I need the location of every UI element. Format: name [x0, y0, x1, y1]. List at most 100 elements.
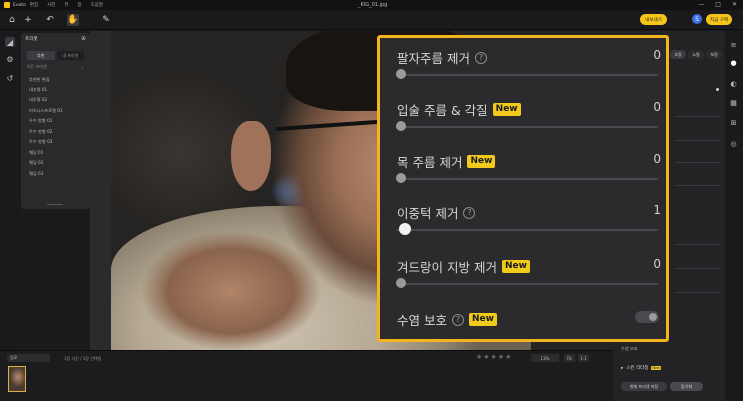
new-badge: New [467, 155, 496, 168]
preset-item[interactable]: 우수 방향 03 [29, 139, 52, 145]
filmstrip-thumbnail[interactable] [8, 366, 26, 392]
slider-knob[interactable] [396, 121, 406, 131]
menu-item-photo[interactable]: 사진 [47, 2, 55, 8]
file-name: _KIG_01.jpg [358, 2, 388, 8]
presets-title: 프리셋 [25, 37, 38, 42]
right-tab-correct[interactable]: 보정 [706, 50, 722, 59]
info-icon[interactable]: ? [474, 51, 487, 64]
slider-value[interactable]: 0 [653, 100, 661, 114]
menu-item-help[interactable]: 도움말 [91, 2, 103, 8]
slider-label: 입술 주름 & 각질 [397, 103, 488, 118]
tab-recommended[interactable]: 추천 [27, 51, 55, 60]
zoom-select[interactable]: 13% [531, 354, 559, 362]
export-button[interactable]: 내보내기 [640, 14, 667, 25]
add-icon[interactable]: + [22, 14, 34, 26]
slider-value[interactable]: 0 [653, 48, 661, 62]
menu-item-window[interactable]: 창 [77, 2, 81, 8]
menu-bar: 편집 사진 뷰 창 도움말 [30, 2, 103, 8]
slider-row-nasolabial: 팔자주름 제거 ? 0 [396, 48, 661, 88]
slider-value[interactable]: 0 [653, 152, 661, 166]
right-tab-adjust[interactable]: 조정 [670, 50, 686, 59]
undo-icon[interactable]: ↶ [44, 14, 56, 26]
close-button[interactable]: ✕ [732, 1, 737, 8]
info-icon[interactable]: ? [463, 206, 476, 219]
preset-item[interactable]: 추천한 편집 [29, 77, 50, 83]
slider-track[interactable] [396, 283, 658, 285]
slider-label: 목 주름 제거 [397, 155, 463, 170]
slider-row-lip-wrinkles: 입술 주름 & 각질 New 0 [396, 100, 661, 140]
slider-track[interactable] [396, 126, 658, 128]
preset-item[interactable]: 웨딩 01 [29, 150, 43, 156]
title-bar: Evoto 편집 사진 뷰 창 도움말 _KIG_01.jpg — □ ✕ [0, 0, 743, 10]
slider-knob[interactable] [396, 69, 406, 79]
new-badge: New [651, 366, 662, 370]
toggle-row-beard-protect: 수염 보호 ? New [396, 310, 661, 350]
crop-icon[interactable]: ⊞ [729, 118, 738, 127]
preset-filter[interactable]: 모든 프리셋 ⌄ [27, 64, 84, 71]
preset-filter-label: 모든 프리셋 [27, 64, 47, 69]
one-to-one-button[interactable]: 1:1 [578, 354, 589, 362]
panel-slider-knob[interactable] [716, 88, 719, 91]
zoom-overlay-panel: 팔자주름 제거 ? 0 입술 주름 & 각질 New 0 목 주름 제거 New… [377, 35, 669, 342]
hand-tool-icon[interactable]: ✋ [67, 14, 79, 26]
preset-item[interactable]: 웨딩 02 [29, 160, 43, 166]
app-logo-icon [4, 2, 10, 8]
preset-item[interactable]: 웨딩 03 [29, 171, 43, 177]
camera-icon[interactable]: ◎ [729, 139, 738, 148]
left-rail: ◢ ⚙ ↺ [0, 31, 20, 349]
preset-item[interactable]: 우수 방향 01 [29, 118, 52, 124]
slider-value[interactable]: 0 [653, 257, 661, 271]
info-icon[interactable]: ? [451, 313, 464, 326]
face-icon[interactable]: ● [729, 58, 738, 67]
slider-value[interactable]: 1 [653, 203, 661, 217]
brush-tool-icon[interactable]: ✎ [100, 14, 112, 26]
slider-label: 겨드랑이 지방 제거 [397, 260, 497, 275]
save-preset-button[interactable]: 현재 프리셋 저장 [621, 382, 667, 391]
home-icon[interactable]: ⌂ [6, 14, 18, 26]
photo-count: 1장 사진 / 1장 선택됨 [64, 356, 102, 361]
preset-item[interactable]: 우수 방향 02 [29, 129, 52, 135]
avatar[interactable]: S [692, 14, 702, 24]
history-icon[interactable]: ↺ [5, 73, 15, 83]
new-badge: New [468, 313, 497, 326]
slider-knob[interactable] [396, 173, 406, 183]
fit-button[interactable]: Fit [564, 354, 575, 362]
add-preset-icon[interactable]: ⊕ [81, 35, 86, 42]
minimize-button[interactable]: — [698, 1, 704, 8]
preset-item[interactable]: 비즈니스프로필 01 [29, 108, 63, 114]
beard-protect-toggle[interactable] [635, 311, 659, 323]
retouch-icon[interactable]: ◐ [729, 79, 738, 88]
preset-item[interactable]: 내추럴 01 [29, 87, 47, 93]
skin-retouch-label: 스킨 리터칭 [626, 366, 649, 371]
panel-divider [675, 162, 720, 163]
slider-knob[interactable] [398, 223, 411, 235]
new-badge: New [492, 103, 521, 116]
preset-item[interactable]: 내추럴 02 [29, 97, 47, 103]
skin-retouch-section[interactable]: ▸ 스킨 리터칭 New [621, 365, 662, 371]
slider-track[interactable] [396, 74, 658, 76]
sync-button[interactable]: 동기화 [670, 382, 703, 391]
buy-now-button[interactable]: 지금 구매 [706, 14, 732, 25]
menu-item-edit[interactable]: 편집 [30, 2, 38, 8]
panel-divider [675, 292, 720, 293]
slider-track[interactable] [396, 229, 658, 231]
menu-item-view[interactable]: 뷰 [64, 2, 68, 8]
slider-knob[interactable] [396, 278, 406, 288]
tab-my-presets[interactable]: 내 프리셋 [56, 51, 84, 60]
gear-icon[interactable]: ⚙ [5, 54, 15, 64]
right-tab-normal[interactable]: 노멀 [688, 50, 704, 59]
slider-label: 팔자주름 제거 [397, 51, 470, 66]
toggle-label: 수염 보호 [397, 313, 447, 328]
sort-label: 업로 [10, 355, 18, 360]
presets-panel: 프리셋 ⊕ 추천 내 프리셋 모든 프리셋 ⌄ 추천한 편집 내추럴 01 내추… [21, 33, 90, 209]
presets-scrollbar[interactable] [47, 203, 63, 205]
toolbar: ⌂ + ↶ ✋ ✎ [0, 10, 743, 30]
sliders-icon[interactable]: ≡ [729, 40, 738, 49]
slider-track[interactable] [396, 178, 658, 180]
star-rating[interactable]: ★★★★★ [476, 353, 512, 361]
background-icon[interactable]: ▦ [729, 98, 738, 107]
maximize-button[interactable]: □ [715, 1, 721, 8]
presets-icon[interactable]: ◢ [5, 37, 15, 47]
app-name: Evoto [13, 2, 26, 8]
sort-dropdown[interactable]: 업로 [7, 354, 50, 362]
